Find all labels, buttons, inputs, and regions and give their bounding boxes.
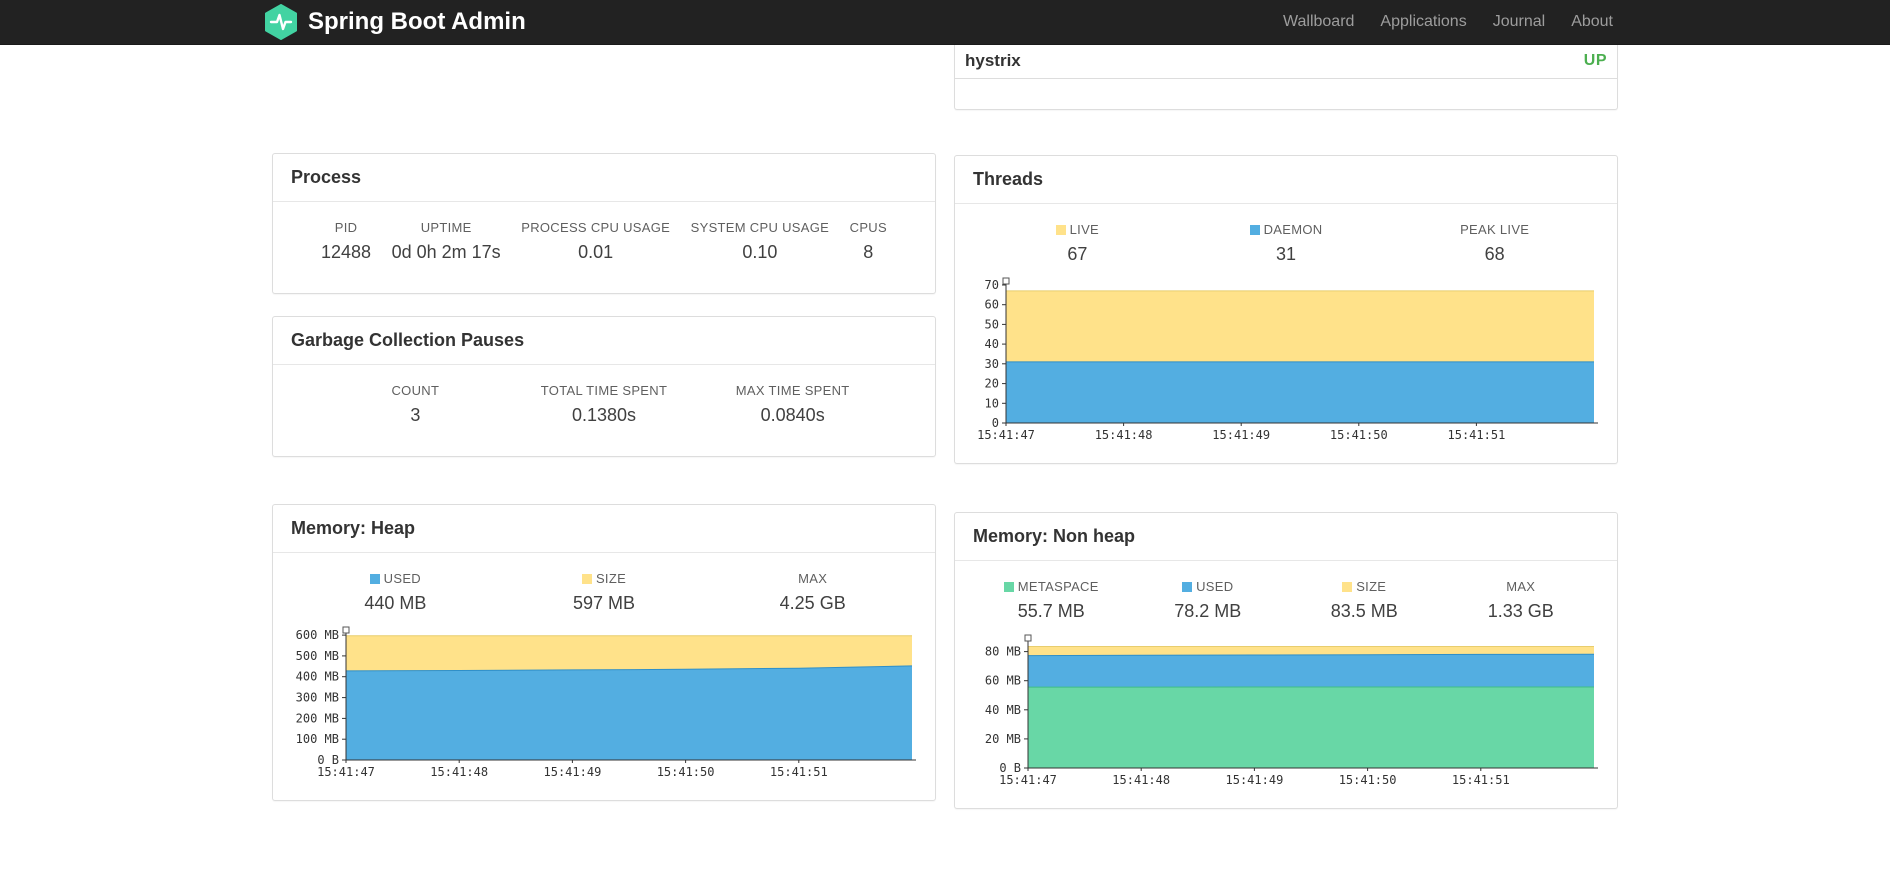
svg-text:80 MB: 80 MB <box>985 645 1021 659</box>
svg-text:600 MB: 600 MB <box>296 628 339 642</box>
stat-gc-max-time: MAX TIME SPENT 0.0840s <box>735 383 850 425</box>
navbar: Spring Boot Admin Wallboard Applications… <box>0 0 1890 45</box>
memory-nonheap-title: Memory: Non heap <box>955 513 1617 561</box>
stat-threads-live: LIVE 67 <box>973 222 1182 265</box>
svg-text:40 MB: 40 MB <box>985 703 1021 717</box>
legend-swatch-used <box>369 574 380 584</box>
svg-text:60: 60 <box>985 298 999 312</box>
stat-system-cpu: SYSTEM CPU USAGE 0.10 <box>690 220 830 262</box>
svg-text:15:41:49: 15:41:49 <box>544 765 602 779</box>
gc-stats: COUNT 3 TOTAL TIME SPENT 0.1380s MAX TIM… <box>273 365 935 456</box>
process-panel-title: Process <box>273 154 935 202</box>
brand-link[interactable]: Spring Boot Admin <box>264 4 526 40</box>
svg-text:15:41:51: 15:41:51 <box>1448 428 1506 442</box>
brand-title: Spring Boot Admin <box>308 8 526 35</box>
svg-text:15:41:47: 15:41:47 <box>999 773 1057 787</box>
brand-logo-icon <box>264 4 298 40</box>
svg-text:15:41:48: 15:41:48 <box>1112 773 1170 787</box>
stat-nonheap-used: USED 78.2 MB <box>1174 579 1242 621</box>
svg-text:300 MB: 300 MB <box>296 691 339 705</box>
gc-panel: Garbage Collection Pauses COUNT 3 TOTAL … <box>272 316 936 457</box>
process-panel: Process PID 12488 UPTIME 0d 0h 2m 17s PR… <box>272 153 936 294</box>
svg-text:50: 50 <box>985 317 999 331</box>
application-status-panel: hystrix UP <box>954 45 1618 110</box>
svg-text:10: 10 <box>985 396 999 410</box>
stat-process-cpu: PROCESS CPU USAGE 0.01 <box>521 220 671 262</box>
svg-text:40: 40 <box>985 337 999 351</box>
stat-threads-daemon: DAEMON 31 <box>1182 222 1391 265</box>
stat-nonheap-max: MAX 1.33 GB <box>1487 579 1554 621</box>
stat-nonheap-metaspace: METASPACE 55.7 MB <box>973 579 1130 622</box>
stat-heap-size: SIZE 597 MB <box>572 571 636 613</box>
content: Process PID 12488 UPTIME 0d 0h 2m 17s PR… <box>272 45 1618 809</box>
svg-text:15:41:49: 15:41:49 <box>1212 428 1270 442</box>
legend-swatch-live <box>1055 225 1066 235</box>
left-column: Process PID 12488 UPTIME 0d 0h 2m 17s PR… <box>272 45 936 809</box>
legend-swatch-metaspace <box>1003 582 1014 592</box>
application-name: hystrix <box>965 51 1021 70</box>
svg-text:15:41:50: 15:41:50 <box>657 765 715 779</box>
svg-text:70: 70 <box>985 278 999 292</box>
memory-nonheap-chart: 0 B 20 MB 40 MB 60 MB 80 MB 15:41:47 15:41:48 1… <box>966 632 1606 792</box>
nav-link-about[interactable]: About <box>1558 13 1626 31</box>
threads-legend: LIVE 67 DAEMON 31 PEAK LIVE 68 <box>963 218 1609 265</box>
svg-text:15:41:48: 15:41:48 <box>1095 428 1153 442</box>
memory-nonheap-panel: Memory: Non heap METASPACE 55.7 MB USED … <box>954 512 1618 809</box>
memory-heap-chart: 0 B 100 MB 200 MB 300 MB 400 MB 500 MB 600 MB 1… <box>284 624 924 784</box>
threads-panel-title: Threads <box>955 156 1617 204</box>
legend-swatch-size <box>581 574 592 584</box>
svg-text:60 MB: 60 MB <box>985 674 1021 688</box>
application-status-row[interactable]: hystrix UP <box>955 45 1617 79</box>
nonheap-legend: METASPACE 55.7 MB USED 78.2 MB SIZE 83.5… <box>963 575 1609 622</box>
svg-text:500 MB: 500 MB <box>296 649 339 663</box>
stat-pid: PID 12488 <box>321 220 372 262</box>
svg-text:20 MB: 20 MB <box>985 732 1021 746</box>
svg-text:15:41:48: 15:41:48 <box>430 765 488 779</box>
threads-panel: Threads LIVE 67 DAEMON 31 PEAK LIVE 68 0… <box>954 155 1618 464</box>
main-nav: Wallboard Applications Journal About <box>1270 13 1626 31</box>
nav-link-journal[interactable]: Journal <box>1480 13 1558 31</box>
stat-gc-count: COUNT 3 <box>391 383 440 425</box>
svg-text:15:41:50: 15:41:50 <box>1330 428 1388 442</box>
status-badge: UP <box>1583 52 1607 69</box>
gc-panel-title: Garbage Collection Pauses <box>273 317 935 365</box>
stat-uptime: UPTIME 0d 0h 2m 17s <box>391 220 501 262</box>
svg-text:100 MB: 100 MB <box>296 732 339 746</box>
svg-text:20: 20 <box>985 377 999 391</box>
svg-text:15:41:47: 15:41:47 <box>977 428 1035 442</box>
memory-heap-panel: Memory: Heap USED 440 MB SIZE 597 MB MAX… <box>272 504 936 801</box>
stat-nonheap-size: SIZE 83.5 MB <box>1330 579 1398 621</box>
svg-text:15:41:51: 15:41:51 <box>770 765 828 779</box>
svg-text:400 MB: 400 MB <box>296 670 339 684</box>
status-panel-spacer <box>955 79 1617 109</box>
svg-text:15:41:51: 15:41:51 <box>1452 773 1510 787</box>
svg-text:15:41:47: 15:41:47 <box>317 765 375 779</box>
stat-heap-max: MAX 4.25 GB <box>779 571 846 613</box>
process-stats: PID 12488 UPTIME 0d 0h 2m 17s PROCESS CP… <box>273 202 935 293</box>
svg-text:15:41:50: 15:41:50 <box>1339 773 1397 787</box>
svg-text:30: 30 <box>985 357 999 371</box>
legend-swatch-daemon <box>1249 225 1260 235</box>
stat-gc-total-time: TOTAL TIME SPENT 0.1380s <box>540 383 668 425</box>
threads-chart: 0 10 20 30 40 50 60 70 15:41:47 15:41:48 15:41:49 1… <box>966 275 1606 447</box>
svg-text:200 MB: 200 MB <box>296 711 339 725</box>
nav-link-applications[interactable]: Applications <box>1367 13 1479 31</box>
stat-heap-used: USED 440 MB <box>364 571 427 613</box>
nav-link-wallboard[interactable]: Wallboard <box>1270 13 1367 31</box>
memory-heap-title: Memory: Heap <box>273 505 935 553</box>
stat-threads-peak: PEAK LIVE 68 <box>1460 222 1530 264</box>
heap-legend: USED 440 MB SIZE 597 MB MAX 4.25 GB <box>281 567 927 614</box>
right-column: hystrix UP Threads LIVE 67 DAEMON 31 PEA… <box>954 45 1618 809</box>
legend-swatch-size <box>1342 582 1353 592</box>
svg-text:15:41:49: 15:41:49 <box>1226 773 1284 787</box>
stat-cpus: CPUS 8 <box>849 220 887 262</box>
legend-swatch-used <box>1182 582 1193 592</box>
